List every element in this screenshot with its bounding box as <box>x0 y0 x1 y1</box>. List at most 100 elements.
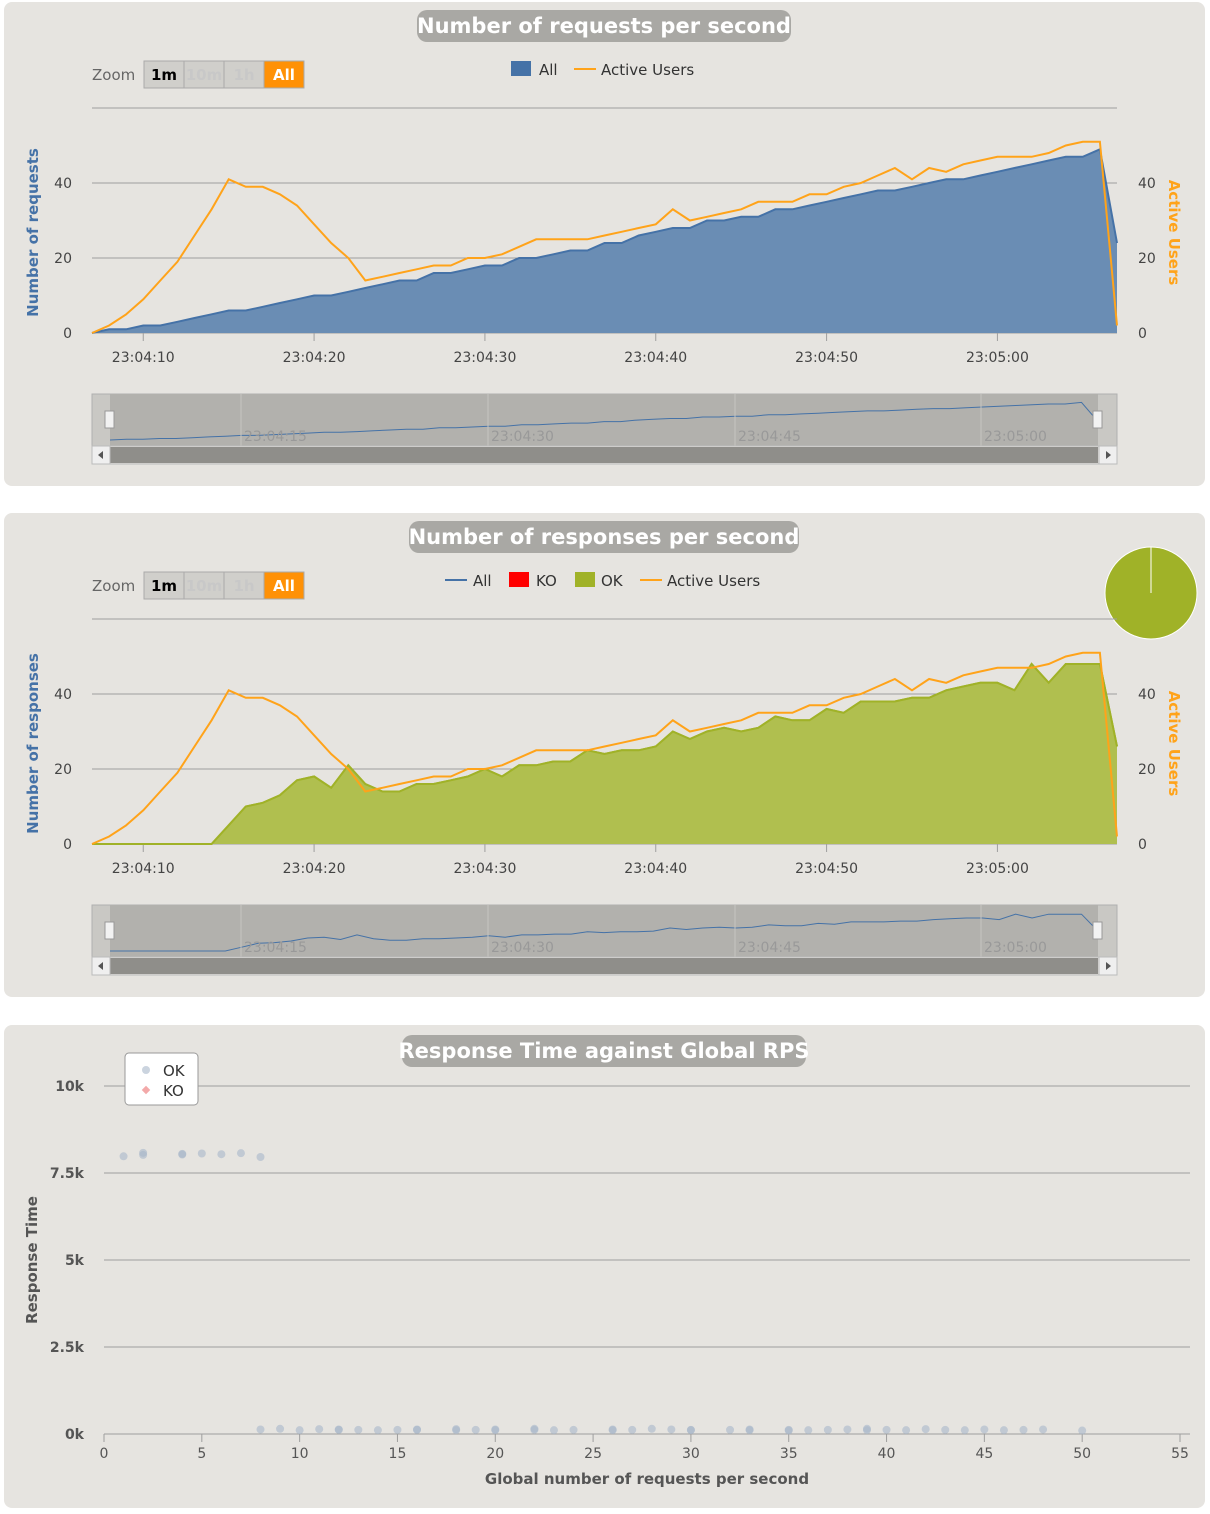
zoom-button-1m[interactable]: 1m <box>143 571 185 600</box>
zoom-button-10m[interactable]: 10m <box>183 571 225 600</box>
x-tick-label: 23:04:20 <box>283 861 346 877</box>
x-tick-label: 23:04:10 <box>112 861 175 877</box>
data-point-ok <box>354 1425 363 1434</box>
zoom-button-label[interactable]: 1m <box>151 577 177 595</box>
y-left-tick: 0 <box>63 326 72 342</box>
y-right-tick: 0 <box>1138 326 1147 342</box>
legend-box <box>124 1052 199 1106</box>
data-point-ok <box>862 1424 871 1433</box>
navigator-label: 23:04:15 <box>244 940 307 956</box>
data-point-ok <box>256 1152 265 1161</box>
legend-ok-label[interactable]: OK <box>601 572 624 590</box>
data-point-ok <box>999 1426 1008 1435</box>
x-tick-label: 15 <box>389 1446 407 1462</box>
legend-ko-label[interactable]: KO <box>163 1082 184 1100</box>
scatter-chart: Response Time against Global RPS 0k 2.5k 5k… <box>23 1035 1190 1488</box>
data-point-ok <box>549 1426 558 1435</box>
zoom-button-label[interactable]: 10m <box>186 66 223 84</box>
x-tick-label: 23:05:00 <box>966 350 1029 366</box>
x-tick-label: 20 <box>486 1446 504 1462</box>
x-tick-label: 55 <box>1171 1446 1189 1462</box>
zoom-button-10m[interactable]: 10m <box>183 60 225 89</box>
legend-active-label[interactable]: Active Users <box>601 61 694 79</box>
data-point-ok <box>608 1426 617 1435</box>
x-tick-label: 5 <box>197 1446 206 1462</box>
zoom-button-All[interactable]: All <box>263 60 305 89</box>
x-tick-label: 23:04:40 <box>624 861 687 877</box>
y-left-tick: 0 <box>63 837 72 853</box>
y-left-tick: 40 <box>54 176 72 192</box>
zoom-button-label[interactable]: 1h <box>233 66 254 84</box>
navigator-handle-right[interactable] <box>1092 410 1103 429</box>
scrollbar-thumb[interactable] <box>110 958 1098 974</box>
zoom-button-label[interactable]: 1h <box>233 577 254 595</box>
navigator-label: 23:04:30 <box>491 429 554 445</box>
legend-ko-swatch <box>509 572 529 587</box>
data-point-ok <box>471 1425 480 1434</box>
navigator-label: 23:04:45 <box>738 940 801 956</box>
y-left-tick: 40 <box>54 687 72 703</box>
x-tick-label: 23:04:50 <box>795 861 858 877</box>
legend-ok-swatch <box>575 572 595 587</box>
zoom-button-label[interactable]: All <box>273 66 295 84</box>
x-tick-label: 23:04:30 <box>453 350 516 366</box>
legend-ko-label[interactable]: KO <box>536 572 557 590</box>
scrollbar-thumb[interactable] <box>110 447 1098 463</box>
navigator-handle-right[interactable] <box>1092 921 1103 940</box>
navigator-handle-left[interactable] <box>104 921 115 940</box>
scatter-title: Response Time against Global RPS <box>399 1039 810 1063</box>
x-tick-label: 35 <box>780 1446 798 1462</box>
data-point-ok <box>686 1425 695 1434</box>
zoom-button-1h[interactable]: 1h <box>223 571 265 600</box>
y-tick-label: 5k <box>65 1253 85 1269</box>
x-tick-label: 23:04:20 <box>283 350 346 366</box>
zoom-button-1h[interactable]: 1h <box>223 60 265 89</box>
data-point-ok <box>1078 1426 1087 1435</box>
legend-active-label[interactable]: Active Users <box>667 572 760 590</box>
data-point-ok <box>647 1424 656 1433</box>
scatter-panel: Response Time against Global RPS 0k 2.5k 5k… <box>4 1025 1205 1508</box>
y-axis-title: Response Time <box>23 1196 41 1324</box>
zoom-button-label[interactable]: All <box>273 577 295 595</box>
data-point-ok <box>217 1150 226 1159</box>
navigator-label: 23:05:00 <box>984 940 1047 956</box>
navigator-label: 23:04:15 <box>244 429 307 445</box>
zoom-button-1m[interactable]: 1m <box>143 60 185 89</box>
data-point-ok <box>315 1425 324 1434</box>
data-point-ok <box>491 1425 500 1434</box>
data-point-ok <box>256 1425 265 1434</box>
data-point-ok <box>295 1426 304 1435</box>
data-point-ok <box>373 1426 382 1435</box>
zoom-label: Zoom <box>92 577 135 595</box>
data-point-ok <box>530 1425 539 1434</box>
y-right-tick: 40 <box>1138 176 1156 192</box>
y-right-tick: 20 <box>1138 762 1156 778</box>
data-point-ok <box>823 1425 832 1434</box>
data-point-ok <box>628 1425 637 1434</box>
x-tick-label: 10 <box>291 1446 309 1462</box>
x-tick-label: 23:04:40 <box>624 350 687 366</box>
navigator-handle-left[interactable] <box>104 410 115 429</box>
zoom-button-All[interactable]: All <box>263 571 305 600</box>
zoom-button-label[interactable]: 10m <box>186 577 223 595</box>
requests-title: Number of requests per second <box>417 14 791 38</box>
data-point-ok <box>139 1148 148 1157</box>
responses-panel: Number of responses per second Zoom 1m 10m 1… <box>4 513 1205 997</box>
x-tick-label: 23:04:30 <box>453 861 516 877</box>
y-right-axis-title: Active Users <box>1165 691 1183 797</box>
data-point-ok <box>178 1149 187 1158</box>
data-point-ok <box>334 1425 343 1434</box>
x-tick-label: 40 <box>878 1446 896 1462</box>
legend-ok-label[interactable]: OK <box>163 1062 186 1080</box>
data-point-ok <box>960 1426 969 1435</box>
y-tick-label: 2.5k <box>50 1340 85 1356</box>
data-point-ok <box>276 1424 285 1433</box>
data-point-ok <box>980 1425 989 1434</box>
zoom-button-label[interactable]: 1m <box>151 66 177 84</box>
legend-all-label[interactable]: All <box>473 572 492 590</box>
requests-chart: Number of requests per second Zoom 1m 10m 1h… <box>24 10 1183 465</box>
data-point-ok <box>119 1152 128 1161</box>
legend-all-label[interactable]: All <box>539 61 558 79</box>
requests-panel: Number of requests per second Zoom 1m 10m 1h… <box>4 2 1205 486</box>
data-point-ok <box>1039 1425 1048 1434</box>
